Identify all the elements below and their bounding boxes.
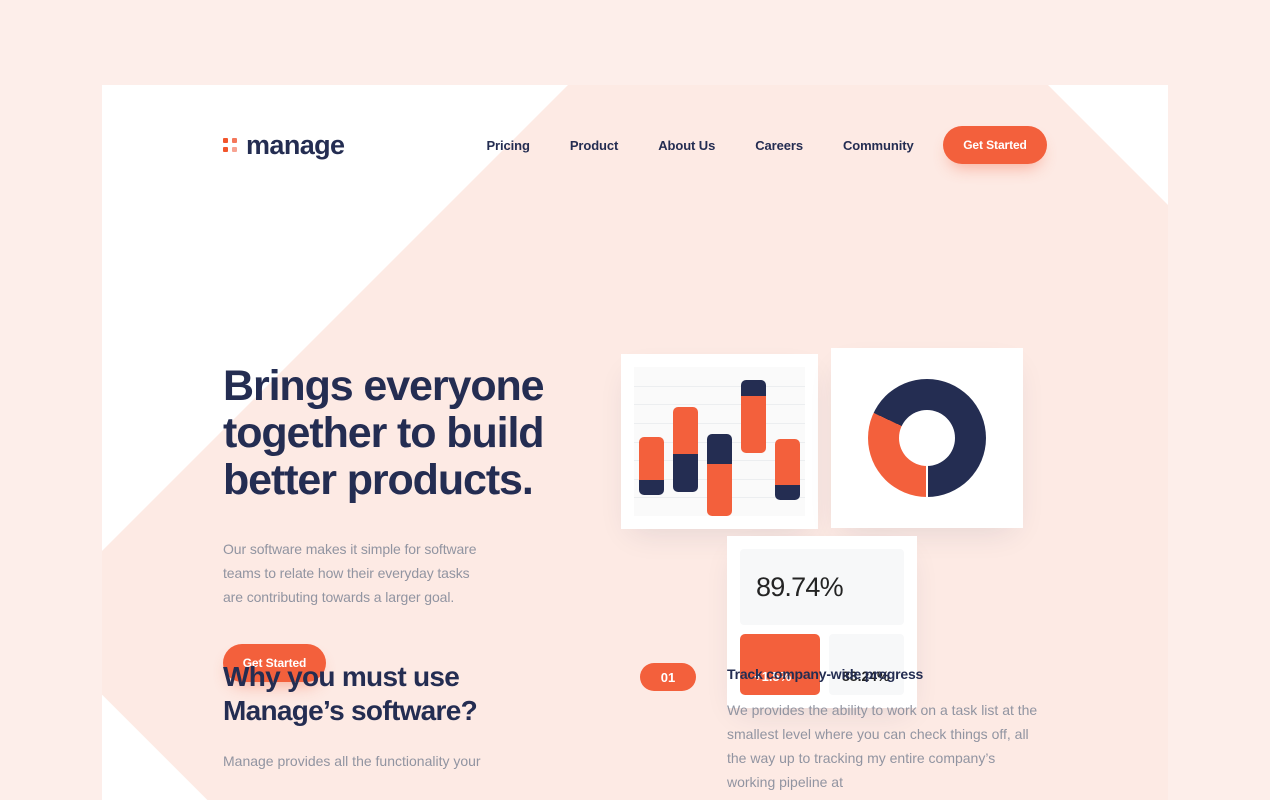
header-cta-wrap: Get Started (943, 126, 1047, 164)
site-header: manage Pricing Product About Us Careers … (102, 85, 1168, 205)
four-dot-grid-icon (223, 138, 237, 152)
features-title: Why you must use Manage’s software? (223, 660, 563, 727)
feature-item: 01 Track company-wide progress We provid… (640, 660, 1047, 794)
bar-segment-navy (672, 453, 698, 493)
nav-item-about-us[interactable]: About Us (658, 138, 715, 153)
nav-item-community[interactable]: Community (843, 138, 914, 153)
bar-5 (775, 438, 801, 500)
features-list: 01 Track company-wide progress We provid… (563, 660, 1047, 794)
bar-4 (741, 380, 767, 454)
bar-segment-orange (672, 407, 698, 454)
donut-chart-card (831, 348, 1023, 528)
main-nav: Pricing Product About Us Careers Communi… (486, 138, 913, 153)
feature-body: Track company-wide progress We provides … (727, 660, 1047, 794)
hero-visual: 89.74% +1.5% 88.24% (621, 248, 1051, 708)
bar-2 (672, 407, 698, 493)
hero-title-line-2: together to build (223, 408, 545, 457)
header-get-started-button[interactable]: Get Started (943, 126, 1047, 164)
feature-title: Track company-wide progress (727, 666, 924, 682)
features-title-line-1: Why you must use (223, 661, 460, 692)
page-canvas: manage Pricing Product About Us Careers … (102, 85, 1168, 800)
bar-3 (707, 434, 732, 516)
brand-logo[interactable]: manage (223, 129, 345, 160)
bar-segment-navy (638, 480, 664, 496)
brand-name: manage (246, 129, 345, 160)
bar-segment-orange (741, 396, 767, 454)
bar-segment-orange (707, 464, 732, 516)
hero-title: Brings everyone together to build better… (223, 363, 583, 504)
donut-chart (868, 379, 986, 497)
hero-title-line-3: better products. (223, 455, 534, 504)
donut-gap (926, 438, 928, 497)
nav-item-pricing[interactable]: Pricing (486, 138, 529, 153)
bar-chart-plot (634, 367, 805, 516)
bar-segment-navy (775, 484, 801, 500)
bar-segment-orange (775, 438, 801, 485)
hero-description: Our software makes it simple for softwar… (223, 540, 477, 605)
bar-segment-orange (638, 437, 664, 481)
nav-item-careers[interactable]: Careers (755, 138, 803, 153)
bar-1 (638, 437, 664, 496)
feature-text: We provides the ability to work on a tas… (727, 702, 1038, 791)
bar-chart-bars (634, 367, 805, 516)
features-title-line-2: Manage’s software? (223, 694, 478, 726)
nav-item-product[interactable]: Product (570, 138, 619, 153)
bar-chart-card (621, 354, 818, 529)
hero-title-line-1: Brings everyone (223, 362, 545, 410)
hero-copy: Brings everyone together to build better… (223, 363, 583, 682)
stat-primary-value: 89.74% (740, 549, 904, 625)
features-heading: Why you must use Manage’s software? Mana… (223, 660, 563, 794)
bar-segment-navy (707, 434, 732, 465)
hero-section: Brings everyone together to build better… (102, 205, 1168, 725)
bar-segment-navy (741, 380, 767, 397)
feature-badge: 01 (640, 663, 696, 691)
features-section: Why you must use Manage’s software? Mana… (102, 660, 1168, 794)
features-subtitle: Manage provides all the functionality yo… (223, 753, 481, 770)
